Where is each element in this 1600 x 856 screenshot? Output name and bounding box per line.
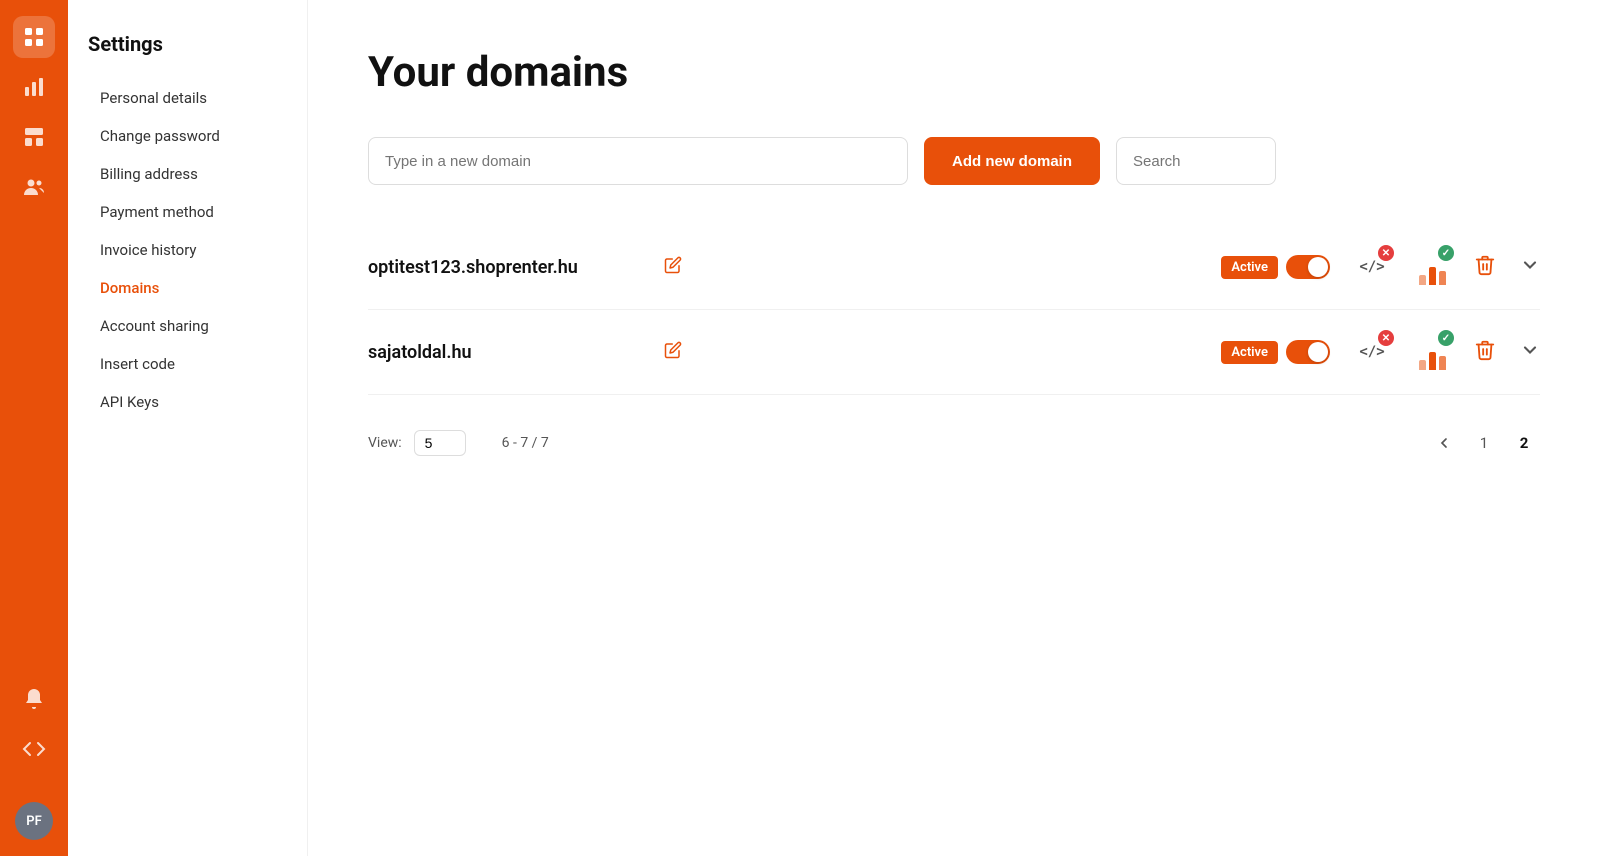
expand-domain-icon-2[interactable] — [1520, 340, 1540, 365]
code-icon-2[interactable]: </> ✕ — [1354, 334, 1390, 370]
code-error-badge-2: ✕ — [1378, 330, 1394, 346]
pagination-range: 6 - 7 / 7 — [502, 435, 549, 451]
pagination-row: View: 5 10 20 6 - 7 / 7 12 — [368, 427, 1540, 459]
sidebar-item-api-keys[interactable]: API Keys — [88, 384, 287, 420]
delete-domain-icon-2[interactable] — [1474, 339, 1496, 366]
main-content: Your domains Add new domain optitest123.… — [308, 0, 1600, 856]
toggle-label-1: Active — [1221, 256, 1278, 279]
sidebar-title: Settings — [88, 32, 287, 56]
code-icon-1[interactable]: </> ✕ — [1354, 249, 1390, 285]
domain-name-2: sajatoldal.hu — [368, 342, 648, 363]
domain-name-1: optitest123.shoprenter.hu — [368, 257, 648, 278]
toggle-label-2: Active — [1221, 341, 1278, 364]
sidebar-item-personal-details[interactable]: Personal details — [88, 80, 287, 116]
toggle-wrap-2[interactable]: Active — [1221, 340, 1330, 364]
nav-icon-users[interactable] — [13, 166, 55, 208]
analytics-icon-2[interactable]: ✓ — [1414, 334, 1450, 370]
expand-domain-icon-1[interactable] — [1520, 255, 1540, 280]
edit-domain-icon-1[interactable] — [664, 256, 682, 279]
settings-sidebar: Settings Personal detailsChange password… — [68, 0, 308, 856]
user-avatar[interactable]: PF — [15, 802, 53, 840]
sidebar-item-account-sharing[interactable]: Account sharing — [88, 308, 287, 344]
sidebar-item-invoice-history[interactable]: Invoice history — [88, 232, 287, 268]
analytics-check-badge-1: ✓ — [1438, 245, 1454, 261]
add-domain-button[interactable]: Add new domain — [924, 137, 1100, 185]
domain-list: optitest123.shoprenter.hu Active </> ✕ ✓… — [368, 225, 1540, 395]
domain-row-2: sajatoldal.hu Active </> ✕ ✓ — [368, 310, 1540, 395]
sidebar-item-domains[interactable]: Domains — [88, 270, 287, 306]
sidebar-item-change-password[interactable]: Change password — [88, 118, 287, 154]
new-domain-input[interactable] — [368, 137, 908, 185]
sidebar-item-payment-method[interactable]: Payment method — [88, 194, 287, 230]
nav-icon-bell[interactable] — [13, 678, 55, 720]
toggle-wrap-1[interactable]: Active — [1221, 255, 1330, 279]
nav-icon-layout[interactable] — [13, 116, 55, 158]
pagination-page-1[interactable]: 1 — [1468, 427, 1500, 459]
analytics-check-badge-2: ✓ — [1438, 330, 1454, 346]
domain-row-1: optitest123.shoprenter.hu Active </> ✕ ✓ — [368, 225, 1540, 310]
toggle-2[interactable] — [1286, 340, 1330, 364]
pagination-controls: 12 — [1428, 427, 1540, 459]
view-select[interactable]: 5 10 20 — [414, 430, 466, 456]
sidebar-item-billing-address[interactable]: Billing address — [88, 156, 287, 192]
nav-icon-code[interactable] — [13, 728, 55, 770]
delete-domain-icon-1[interactable] — [1474, 254, 1496, 281]
domain-actions-2: Active </> ✕ ✓ — [1221, 334, 1540, 370]
page-title: Your domains — [368, 48, 1540, 97]
view-label: View: — [368, 435, 402, 451]
nav-icon-grid[interactable] — [13, 16, 55, 58]
domain-input-row: Add new domain — [368, 137, 1540, 185]
pagination-page-2[interactable]: 2 — [1508, 427, 1540, 459]
analytics-icon-1[interactable]: ✓ — [1414, 249, 1450, 285]
domain-actions-1: Active </> ✕ ✓ — [1221, 249, 1540, 285]
toggle-1[interactable] — [1286, 255, 1330, 279]
nav-bar: PF — [0, 0, 68, 856]
sidebar-item-insert-code[interactable]: Insert code — [88, 346, 287, 382]
pagination-prev-button[interactable] — [1428, 427, 1460, 459]
edit-domain-icon-2[interactable] — [664, 341, 682, 364]
nav-icon-chart[interactable] — [13, 66, 55, 108]
search-input[interactable] — [1116, 137, 1276, 185]
code-error-badge-1: ✕ — [1378, 245, 1394, 261]
